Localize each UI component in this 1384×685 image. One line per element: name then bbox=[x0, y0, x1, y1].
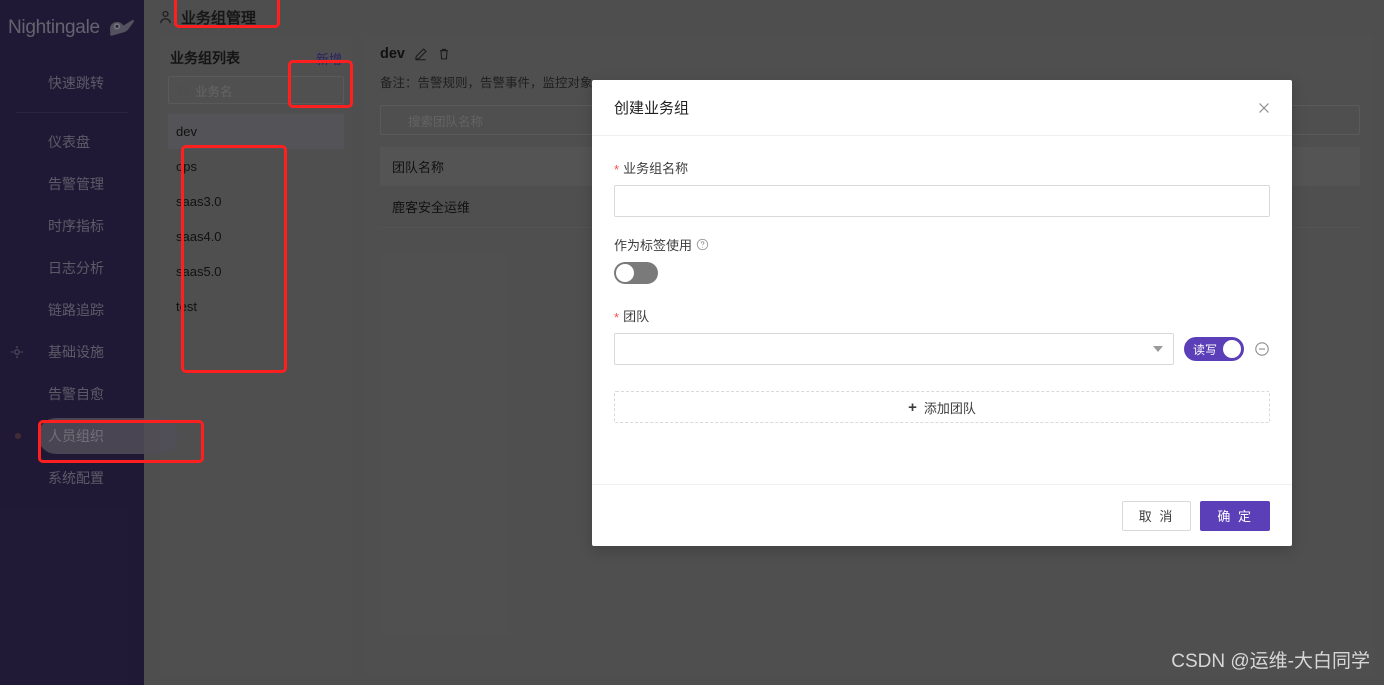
business-group-name-input[interactable] bbox=[614, 185, 1270, 217]
confirm-button[interactable]: 确 定 bbox=[1200, 500, 1270, 531]
team-label: * 团队 bbox=[614, 306, 1270, 325]
use-as-tag-toggle[interactable] bbox=[614, 262, 658, 284]
field-label-text: 作为标签使用 bbox=[614, 238, 693, 253]
required-marker: * bbox=[614, 310, 620, 325]
toggle-knob bbox=[1223, 340, 1241, 358]
dialog-header: 创建业务组 bbox=[592, 80, 1292, 136]
dialog-title: 创建业务组 bbox=[614, 100, 690, 117]
add-team-label: 添加团队 bbox=[923, 400, 976, 416]
add-team-button[interactable]: + 添加团队 bbox=[614, 391, 1270, 423]
cancel-button[interactable]: 取 消 bbox=[1121, 500, 1192, 531]
required-marker: * bbox=[614, 162, 620, 177]
chevron-down-icon bbox=[1152, 346, 1163, 352]
dialog-body: * 业务组名称 作为标签使用 * 团队 读写 + 添加团队 bbox=[592, 136, 1292, 484]
field-label-text: 业务组名称 bbox=[623, 161, 689, 176]
business-group-name-label: * 业务组名称 bbox=[614, 158, 1270, 177]
close-icon[interactable] bbox=[1254, 98, 1274, 118]
permission-label: 读写 bbox=[1192, 342, 1217, 357]
plus-icon: + bbox=[908, 398, 917, 416]
team-select[interactable] bbox=[614, 333, 1174, 365]
field-label-text: 团队 bbox=[623, 309, 650, 324]
question-circle-icon[interactable] bbox=[696, 238, 709, 251]
app-root: 业务组管理 业务组列表 新增 业务名 dev ops saas3.0 saas4… bbox=[0, 0, 1384, 685]
create-business-group-dialog: 创建业务组 * 业务组名称 作为标签使用 * 团队 读写 + 添加团队 取 消 … bbox=[592, 80, 1292, 546]
dialog-footer: 取 消 确 定 bbox=[592, 484, 1292, 546]
use-as-tag-label: 作为标签使用 bbox=[614, 235, 1270, 254]
permission-toggle[interactable]: 读写 bbox=[1183, 337, 1244, 361]
team-selector-row: 读写 bbox=[614, 333, 1270, 365]
toggle-knob bbox=[616, 264, 634, 282]
minus-circle-icon[interactable] bbox=[1254, 341, 1270, 357]
